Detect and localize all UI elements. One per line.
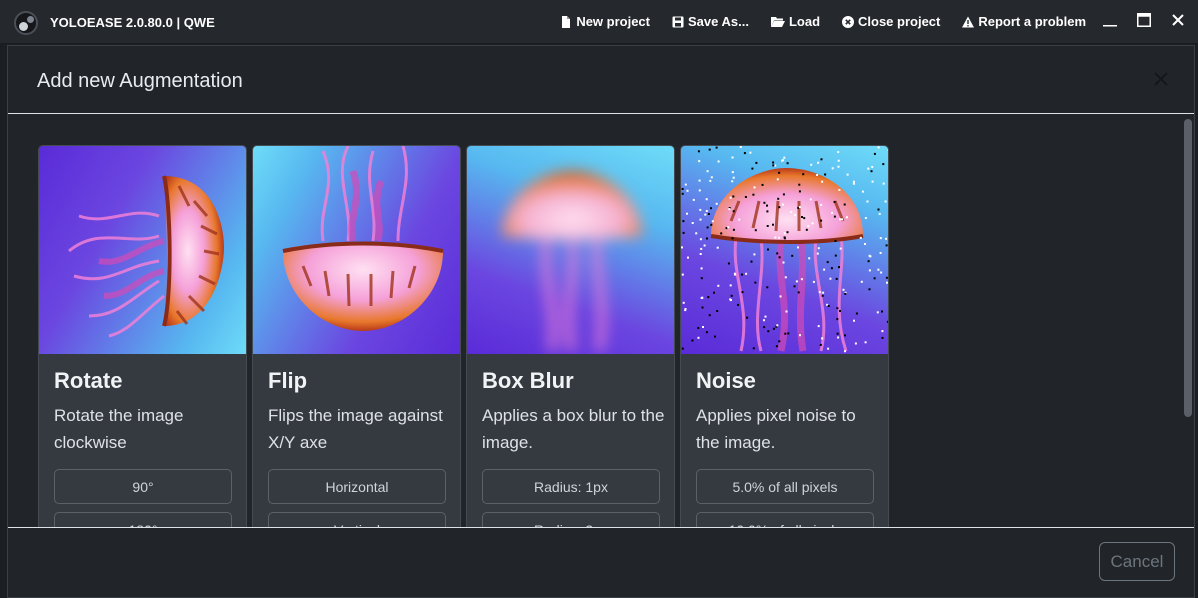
card-description: Flips the image against X/Y axe — [268, 406, 443, 452]
maximize-icon[interactable] — [1136, 12, 1152, 28]
card-description: Rotate the image clockwise — [54, 406, 184, 452]
box-blur-preview-image — [467, 146, 674, 354]
augmentation-card-flip: Flip Flips the image against X/Y axe Hor… — [252, 145, 461, 527]
window-controls — [1102, 12, 1186, 28]
noise-5-percent-button[interactable]: 5.0% of all pixels — [696, 469, 874, 504]
rotate-90-button[interactable]: 90° — [54, 469, 232, 504]
rotate-preview-image — [39, 146, 246, 354]
new-project-label: New project — [576, 14, 650, 29]
report-problem-button[interactable]: Report a problem — [962, 14, 1086, 29]
close-project-button[interactable]: Close project — [842, 14, 940, 29]
noise-preview-image — [681, 146, 888, 354]
report-problem-label: Report a problem — [978, 14, 1086, 29]
modal-title: Add new Augmentation — [37, 70, 243, 92]
augmentation-card-rotate: Rotate Rotate the image clockwise 90° 18… — [38, 145, 247, 527]
blur-radius-1-button[interactable]: Radius: 1px — [482, 469, 660, 504]
card-description: Applies a box blur to the image. — [482, 406, 665, 452]
flip-preview-image — [253, 146, 460, 354]
save-as-button[interactable]: Save As... — [672, 14, 749, 29]
augmentation-card-noise: Noise Applies pixel noise to the image. … — [680, 145, 889, 527]
minimize-icon[interactable] — [1102, 12, 1118, 28]
title-bar: YOLOEASE 2.0.80.0 | QWE New project Save… — [0, 0, 1198, 44]
add-augmentation-modal: Add new Augmentation Rotate Rotate the i… — [7, 45, 1195, 598]
close-circle-icon — [842, 15, 855, 28]
modal-header: Add new Augmentation — [8, 46, 1194, 114]
card-description: Applies pixel noise to the image. — [696, 406, 856, 452]
noise-10-percent-button[interactable]: 10.0% of all pixels — [696, 512, 874, 527]
window-close-icon[interactable] — [1170, 12, 1186, 28]
new-project-button[interactable]: New project — [560, 14, 650, 29]
file-icon — [562, 15, 571, 28]
card-title: Noise — [696, 368, 756, 393]
blur-radius-3-button[interactable]: Radius: 3px — [482, 512, 660, 527]
app-logo-icon — [14, 11, 38, 35]
augmentation-cards: Rotate Rotate the image clockwise 90° 18… — [38, 145, 889, 527]
rotate-180-button[interactable]: 180° — [54, 512, 232, 527]
augmentation-card-box-blur: Box Blur Applies a box blur to the image… — [466, 145, 675, 527]
card-title: Box Blur — [482, 368, 574, 393]
modal-body: Rotate Rotate the image clockwise 90° 18… — [8, 115, 1194, 527]
card-title: Flip — [268, 368, 308, 393]
modal-scrollbar[interactable] — [1184, 119, 1192, 417]
flip-vertical-button[interactable]: Vertical — [268, 512, 446, 527]
load-label: Load — [788, 14, 821, 29]
top-menu: New project Save As... Load Close projec… — [560, 14, 1086, 29]
modal-close-icon[interactable] — [1152, 70, 1170, 88]
save-as-label: Save As... — [688, 14, 749, 29]
cancel-button[interactable]: Cancel — [1099, 542, 1175, 581]
load-button[interactable]: Load — [770, 14, 821, 29]
app-title: YOLOEASE 2.0.80.0 | QWE — [50, 15, 215, 30]
flip-horizontal-button[interactable]: Horizontal — [268, 469, 446, 504]
modal-footer: Cancel — [8, 527, 1194, 598]
save-icon — [672, 16, 684, 27]
close-project-label: Close project — [858, 14, 941, 29]
folder-open-icon — [770, 16, 785, 27]
card-title: Rotate — [54, 368, 123, 393]
warning-icon — [962, 16, 975, 27]
